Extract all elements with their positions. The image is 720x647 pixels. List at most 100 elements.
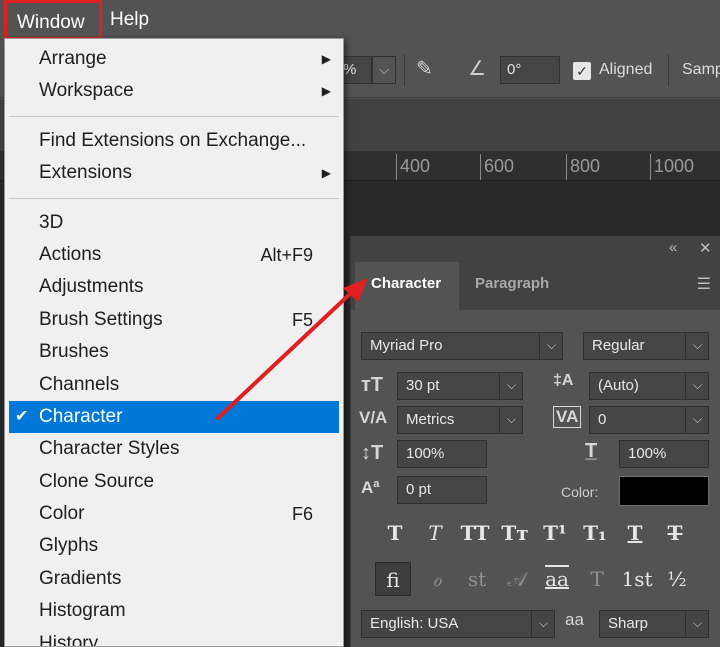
superscript-button[interactable]: T¹ bbox=[535, 516, 575, 550]
menu-item-brush-settings[interactable]: Brush Settings F5 bbox=[5, 304, 343, 336]
menu-item-label: Histogram bbox=[39, 600, 126, 622]
underline-button[interactable]: T bbox=[615, 516, 655, 550]
strikethrough-button[interactable]: T bbox=[655, 516, 695, 550]
angle-icon: ∠ bbox=[468, 58, 486, 80]
fractions-button[interactable]: ½ bbox=[657, 562, 697, 596]
chevron-down-icon: ⌵ bbox=[685, 372, 709, 400]
baseline-shift-icon: Aª bbox=[361, 478, 380, 497]
type-style-buttons: T T TT Tт T¹ T₁ T T bbox=[375, 516, 695, 550]
leading-value: (Auto) bbox=[598, 377, 639, 394]
discretionary-ligatures-button[interactable]: st bbox=[457, 562, 497, 596]
menu-item-label: History bbox=[39, 632, 99, 647]
horizontal-scale-field[interactable]: 100% bbox=[619, 440, 709, 468]
collapse-icon[interactable]: « bbox=[669, 239, 677, 256]
all-caps-button[interactable]: TT bbox=[455, 516, 495, 550]
titling-alternates-button[interactable]: T bbox=[577, 562, 617, 596]
antialias-select[interactable]: Sharp ⌵ bbox=[599, 610, 709, 638]
window-menu-dropdown: Arrange ▶ Workspace ▶ Find Extensions on E… bbox=[4, 38, 344, 647]
chevron-down-icon: ⌵ bbox=[685, 610, 709, 638]
chevron-down-icon: ⌵ bbox=[499, 406, 523, 434]
airbrush-icon[interactable]: ✎ bbox=[416, 56, 433, 81]
menu-item-histogram[interactable]: Histogram bbox=[5, 595, 343, 627]
menu-item-actions[interactable]: Actions Alt+F9 bbox=[5, 239, 343, 271]
panel-tabs: Character Paragraph ☰ bbox=[351, 262, 720, 310]
menu-item-character[interactable]: ✔ Character bbox=[9, 400, 339, 434]
horizontal-scale-icon: T̲ bbox=[585, 440, 598, 462]
faux-italic-button[interactable]: T bbox=[415, 516, 455, 550]
language-select[interactable]: English: USA ⌵ bbox=[361, 610, 555, 638]
menu-item-label: Workspace bbox=[39, 80, 134, 102]
menu-item-label: Extensions bbox=[39, 162, 132, 184]
shortcut: Alt+F9 bbox=[260, 244, 313, 265]
swash-button[interactable]: 𝒜 bbox=[497, 562, 537, 596]
small-caps-button[interactable]: Tт bbox=[495, 516, 535, 550]
old-style-button[interactable]: ℴ bbox=[417, 562, 457, 596]
chevron-down-icon: ⌵ bbox=[685, 406, 709, 434]
menu-item-label: 3D bbox=[39, 211, 64, 233]
language-value: English: USA bbox=[370, 615, 459, 632]
menu-window[interactable]: Window bbox=[4, 0, 102, 40]
menu-item-clone-source[interactable]: Clone Source bbox=[5, 466, 343, 498]
menu-item-channels[interactable]: Channels bbox=[5, 369, 343, 401]
chevron-down-icon: ⌵ bbox=[539, 332, 563, 360]
menu-item-character-styles[interactable]: Character Styles bbox=[5, 433, 343, 465]
faux-bold-button[interactable]: T bbox=[375, 516, 415, 550]
menu-item-glyphs[interactable]: Glyphs bbox=[5, 530, 343, 562]
tab-character[interactable]: Character bbox=[355, 262, 459, 310]
menu-item-label: Adjustments bbox=[39, 276, 144, 298]
aligned-label: Aligned bbox=[599, 61, 653, 78]
menu-item-extensions[interactable]: Extensions ▶ bbox=[5, 157, 343, 189]
font-family-value: Myriad Pro bbox=[370, 337, 443, 354]
font-size-field[interactable]: 30 pt ⌵ bbox=[397, 372, 523, 400]
divider bbox=[404, 54, 405, 86]
chevron-down-icon: ⌵ bbox=[499, 372, 523, 400]
leading-field[interactable]: (Auto) ⌵ bbox=[589, 372, 709, 400]
sample-label: Samp bbox=[682, 61, 720, 78]
menu-item-gradients[interactable]: Gradients bbox=[5, 563, 343, 595]
font-style-select[interactable]: Regular ⌵ bbox=[583, 332, 709, 360]
menu-item-label: Find Extensions on Exchange... bbox=[39, 129, 307, 151]
menu-item-label: Gradients bbox=[39, 567, 122, 589]
close-icon[interactable]: ✕ bbox=[699, 239, 712, 257]
menu-item-label: Color bbox=[39, 503, 85, 525]
panel-menu-icon[interactable]: ☰ bbox=[697, 274, 711, 294]
menu-item-adjustments[interactable]: Adjustments bbox=[5, 271, 343, 303]
menu-item-workspace[interactable]: Workspace ▶ bbox=[5, 75, 343, 107]
ligatures-button[interactable]: fi bbox=[375, 562, 411, 596]
antialias-icon: aa bbox=[565, 610, 584, 629]
menu-item-label: Channels bbox=[39, 373, 120, 395]
stylistic-alternates-button[interactable]: aa bbox=[537, 562, 577, 596]
checkmark-icon: ✔ bbox=[15, 407, 29, 425]
vertical-scale-field[interactable]: 100% bbox=[397, 440, 487, 468]
ordinals-button[interactable]: 1st bbox=[617, 562, 657, 596]
tab-paragraph[interactable]: Paragraph bbox=[459, 262, 567, 310]
text-color-swatch[interactable] bbox=[619, 476, 709, 506]
ruler-tick: 800 bbox=[566, 154, 600, 180]
baseline-shift-field[interactable]: 0 pt bbox=[397, 476, 487, 504]
menu-item-arrange[interactable]: Arrange ▶ bbox=[5, 43, 343, 75]
ruler-tick: 400 bbox=[396, 154, 430, 180]
tracking-field[interactable]: 0 ⌵ bbox=[589, 406, 709, 434]
vertical-scale-icon: ↕T bbox=[361, 442, 384, 464]
menu-help[interactable]: Help bbox=[110, 0, 160, 40]
subscript-button[interactable]: T₁ bbox=[575, 516, 615, 550]
tracking-value: 0 bbox=[598, 411, 607, 428]
menu-item-label: Brushes bbox=[39, 341, 109, 363]
leading-icon: ‡A bbox=[553, 372, 574, 389]
menu-separator bbox=[9, 115, 339, 117]
menu-item-color[interactable]: Color F6 bbox=[5, 498, 343, 530]
opentype-buttons: fi ℴ st 𝒜 aa T 1st ½ bbox=[375, 562, 697, 596]
menu-item-label: Arrange bbox=[39, 48, 107, 69]
font-family-select[interactable]: Myriad Pro ⌵ bbox=[361, 332, 563, 360]
menu-item-find-extensions[interactable]: Find Extensions on Exchange... bbox=[5, 125, 343, 157]
menu-item-brushes[interactable]: Brushes bbox=[5, 336, 343, 368]
angle-field[interactable]: 0° bbox=[500, 56, 560, 84]
panel-header: « ✕ bbox=[351, 236, 720, 262]
menu-bar: Window Help bbox=[0, 0, 720, 42]
opacity-dropdown[interactable]: ⌵ bbox=[372, 56, 396, 84]
aligned-checkbox[interactable]: ✓ bbox=[573, 62, 591, 80]
menu-item-history[interactable]: History bbox=[5, 628, 343, 647]
font-size-icon: ᴛT bbox=[361, 374, 384, 396]
menu-item-3d[interactable]: 3D bbox=[5, 207, 343, 239]
kerning-field[interactable]: Metrics ⌵ bbox=[397, 406, 523, 434]
